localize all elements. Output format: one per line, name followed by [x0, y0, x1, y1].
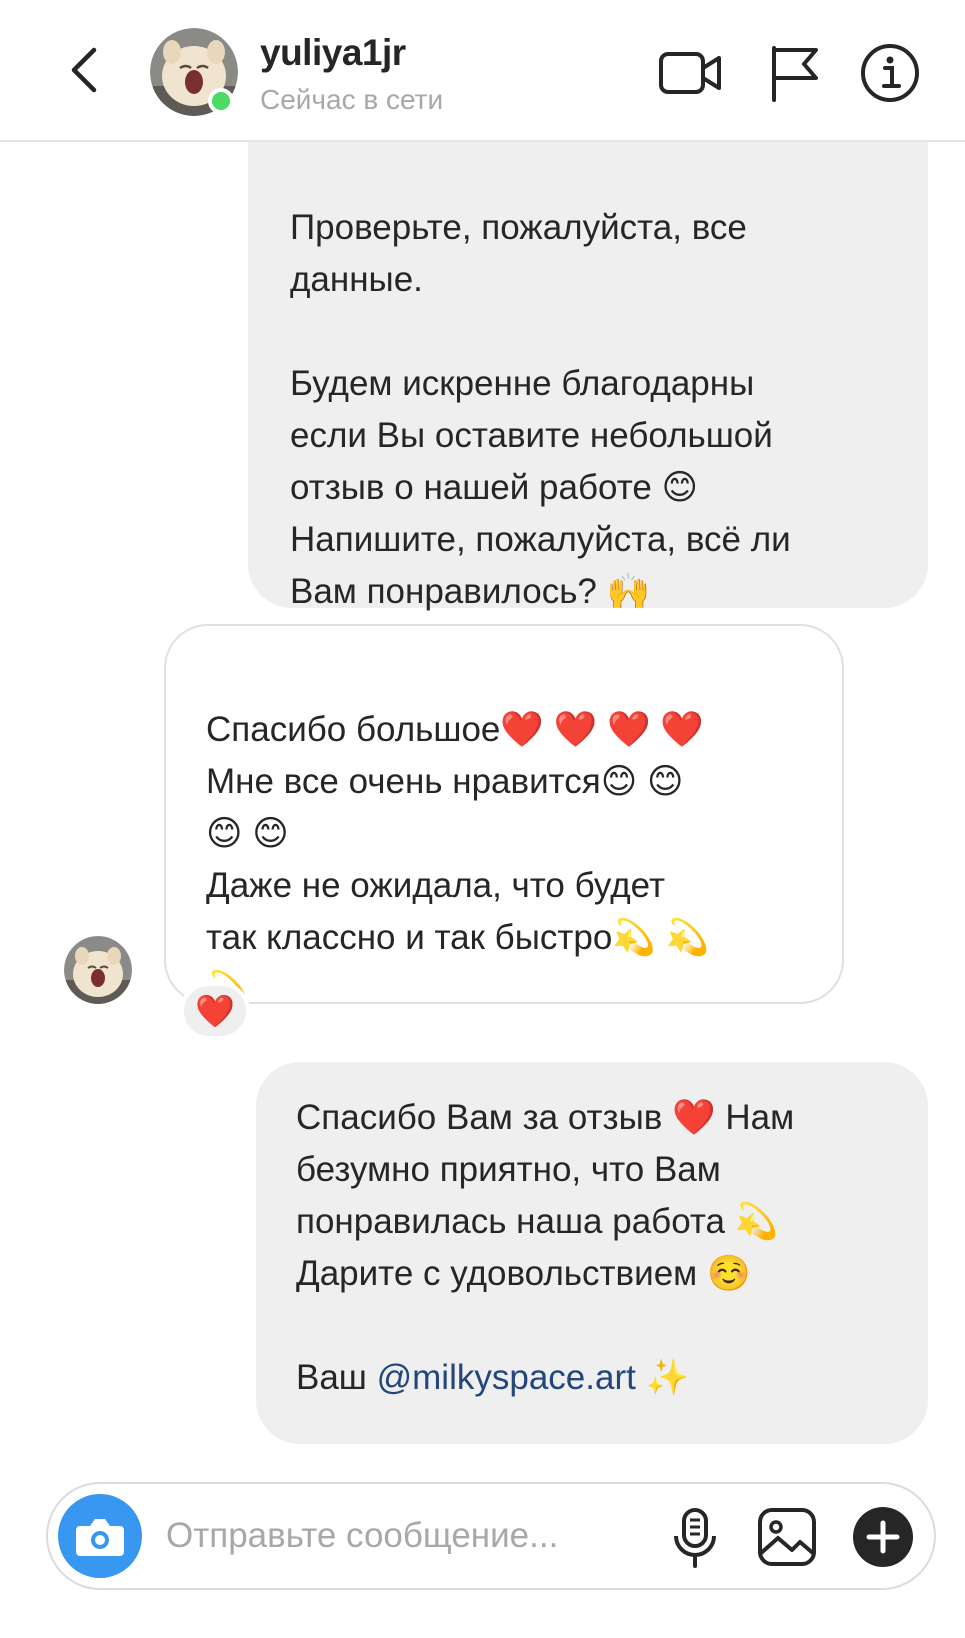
message-incoming[interactable]: Спасибо большое❤️ ❤️ ❤️ ❤️ Мне все очень…: [164, 624, 844, 1009]
chevron-left-icon[interactable]: [60, 40, 110, 100]
heart-reaction-emoji: ❤️: [195, 993, 235, 1029]
chat-header: yuliya1jr Сейчас в сети: [0, 0, 965, 142]
microphone-icon[interactable]: [660, 1502, 730, 1572]
activity-status: Сейчас в сети: [260, 84, 444, 115]
message-outgoing[interactable]: Проверьте, пожалуйста, все данные. Будем…: [248, 80, 928, 611]
gallery-icon[interactable]: [752, 1502, 822, 1572]
info-icon[interactable]: [855, 40, 925, 106]
heart-reaction[interactable]: ❤️: [180, 982, 250, 1040]
direct-chat-screen: Проверьте, пожалуйста, все данные. Будем…: [0, 0, 965, 1638]
mention-link[interactable]: @milkyspace.art: [377, 1358, 636, 1397]
video-camera-icon[interactable]: [655, 40, 725, 106]
flag-icon[interactable]: [760, 40, 830, 106]
message-text: Проверьте, пожалуйста, все данные. Будем…: [290, 208, 791, 611]
message-outgoing[interactable]: Спасибо Вам за отзыв ❤️ Нам безумно прия…: [256, 1062, 928, 1444]
message-text: Спасибо большое❤️ ❤️ ❤️ ❤️ Мне все очень…: [206, 710, 710, 1009]
chat-username[interactable]: yuliya1jr: [260, 32, 406, 74]
message-text-suffix: ✨: [635, 1358, 690, 1397]
message-input[interactable]: [166, 1510, 626, 1562]
sender-avatar[interactable]: [64, 936, 132, 1004]
message-composer: [46, 1482, 936, 1590]
online-status-dot: [208, 88, 234, 114]
message-text: Спасибо Вам за отзыв ❤️ Нам безумно прия…: [296, 1098, 795, 1397]
plus-icon[interactable]: [848, 1502, 918, 1572]
camera-icon[interactable]: [58, 1494, 142, 1578]
